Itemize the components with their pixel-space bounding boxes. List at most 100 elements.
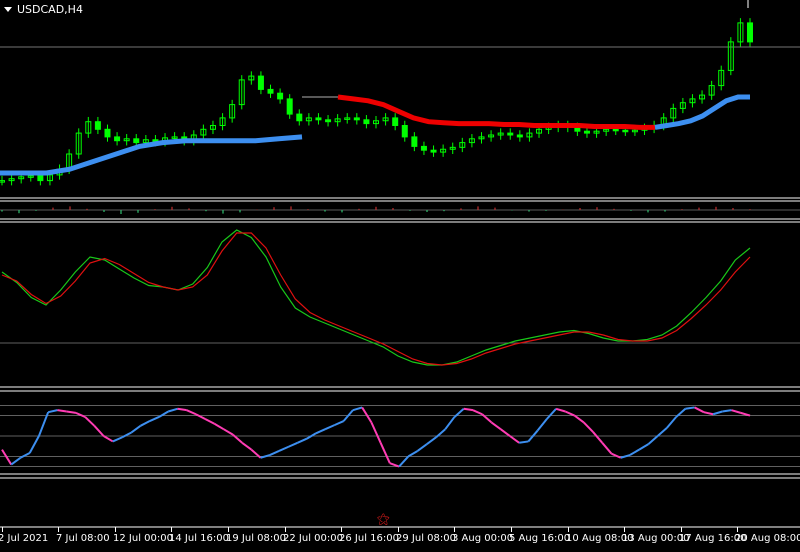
candle-body: [296, 113, 303, 122]
candle-body: [747, 22, 753, 43]
stochastic-segment: [685, 406, 695, 410]
time-tick: [341, 527, 342, 532]
time-tick: [454, 527, 455, 532]
time-tick: [58, 527, 59, 532]
candle-body: [507, 132, 514, 136]
candle-body: [363, 119, 370, 125]
candle-body: [516, 134, 523, 138]
stochastic-segment: [564, 410, 575, 417]
stochastic-segment: [269, 450, 280, 456]
stochastic-segment: [84, 416, 96, 427]
stochastic-segment: [213, 422, 225, 431]
stochastic-segment: [158, 410, 169, 418]
stochastic-segment: [407, 450, 419, 458]
time-tick: [228, 527, 229, 532]
stochastic-segment: [20, 452, 31, 459]
stochastic-segment: [177, 407, 187, 412]
time-tick: [681, 527, 682, 532]
candle-body: [622, 129, 629, 133]
stochastic-segment: [555, 407, 566, 413]
stochastic-segment: [416, 443, 428, 452]
stochastic-segment: [57, 409, 67, 413]
stochastic-segment: [694, 406, 705, 414]
time-tick-label: 26 Jul 16:00: [339, 533, 399, 544]
time-tick-label: 14 Jul 16:00: [169, 533, 229, 544]
stochastic-segment: [315, 428, 326, 435]
chevron-down-icon[interactable]: [4, 6, 12, 12]
candle-body: [315, 117, 322, 121]
stochastic-segment: [186, 409, 197, 416]
candle-body: [583, 130, 590, 134]
stochastic-segment: [463, 407, 474, 412]
stochastic-segment: [712, 410, 723, 416]
stochastic-segment: [500, 428, 511, 437]
price-chart[interactable]: [0, 0, 800, 552]
candle-body: [401, 125, 408, 138]
stochastic-segment: [287, 441, 298, 448]
time-tick-label: 12 Jul 00:00: [113, 533, 173, 544]
time-tick: [285, 527, 286, 532]
stochastic-segment: [573, 414, 585, 424]
stochastic-segment: [324, 424, 335, 431]
time-tick: [171, 527, 172, 532]
time-tick: [2, 527, 3, 532]
candle-body: [420, 145, 427, 151]
time-tick-label: 22 Jul 00:00: [283, 533, 343, 544]
stochastic-segment: [389, 462, 400, 468]
stochastic-segment: [611, 452, 622, 459]
stochastic-segment: [121, 431, 132, 439]
time-tick-label: 3 Aug 00:00: [452, 533, 514, 544]
stochastic-segment: [278, 445, 289, 452]
time-tick: [568, 527, 569, 532]
stochastic-segment: [130, 424, 142, 434]
stochastic-segment: [167, 407, 178, 413]
candle-body: [411, 136, 418, 147]
chart-title-bar[interactable]: USDCAD,H4: [0, 0, 83, 18]
stochastic-segment: [10, 456, 22, 466]
time-tick-label: 19 Jul 08:00: [226, 533, 286, 544]
stochastic-segment: [629, 448, 640, 456]
time-tick-label: 29 Jul 08:00: [396, 533, 456, 544]
stochastic-segment: [223, 428, 234, 436]
stochastic-segment: [370, 421, 382, 444]
candle-body: [94, 121, 101, 130]
stochastic-segment: [28, 435, 40, 454]
time-tick: [624, 527, 625, 532]
event-flag-icon[interactable]: ⚝: [377, 513, 390, 526]
time-tick: [737, 527, 738, 532]
stochastic-segment: [103, 435, 114, 443]
stochastic-segment: [195, 413, 206, 420]
time-tick-label: 5 Aug 16:00: [509, 533, 571, 544]
stochastic-segment: [112, 436, 123, 443]
candle-body: [114, 136, 121, 142]
stochastic-segment: [592, 431, 604, 444]
stochastic-segment: [297, 437, 308, 444]
stochastic-segment: [398, 455, 410, 468]
candle-body: [430, 149, 437, 153]
stochastic-segment: [490, 421, 502, 431]
candle-body: [392, 117, 399, 127]
time-tick-label: 2 Jul 2021: [0, 533, 49, 544]
candle-body: [286, 98, 293, 115]
time-tick: [398, 527, 399, 532]
candle-body: [133, 138, 140, 144]
candle-body: [325, 119, 332, 123]
stochastic-segment: [546, 408, 557, 420]
candle-body: [277, 92, 284, 100]
stochastic-segment: [241, 441, 252, 451]
candle-body: [37, 175, 44, 182]
stochastic-segment: [204, 418, 215, 425]
time-tick-label: 20 Aug 08:00: [735, 533, 800, 544]
stochastic-segment: [140, 420, 151, 427]
candle-body: [612, 128, 619, 132]
stochastic-segment: [75, 411, 86, 418]
stochastic-segment: [361, 406, 373, 423]
time-tick: [511, 527, 512, 532]
stochastic-segment: [731, 409, 742, 414]
stochastic-segment: [334, 420, 345, 427]
stochastic-segment: [638, 443, 649, 451]
stochastic-segment: [472, 409, 483, 416]
stochastic-segment: [601, 442, 613, 455]
oscillator-fast-line: [1, 229, 751, 366]
stochastic-segment: [47, 409, 58, 414]
